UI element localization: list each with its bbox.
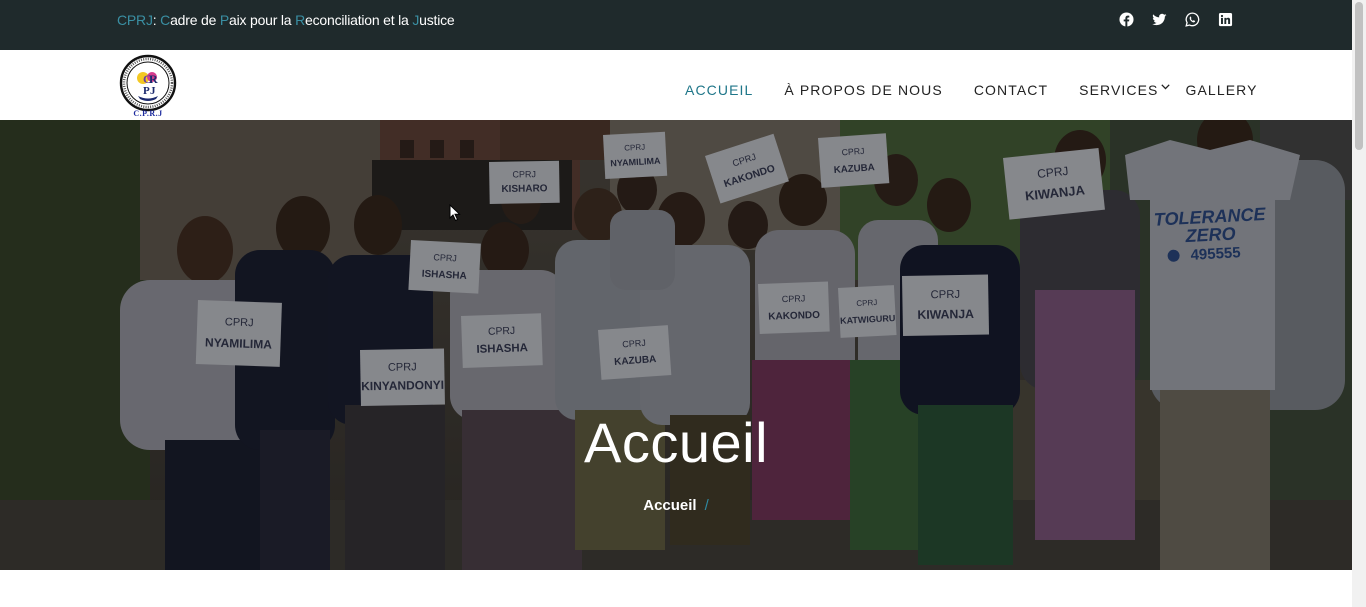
tagline-initial: C — [160, 12, 171, 28]
page-scrollbar-thumb[interactable] — [1355, 2, 1363, 150]
nav-gallery-link[interactable]: GALLERY — [1186, 82, 1258, 98]
whatsapp-icon[interactable] — [1185, 12, 1200, 27]
top-bar: CPRJ: Cadre de Paix pour la Reconciliati… — [0, 0, 1352, 50]
hero-title: Accueil — [583, 411, 769, 474]
linkedin-icon[interactable] — [1218, 12, 1233, 27]
tagline-initial: P — [219, 12, 229, 28]
breadcrumb-home[interactable]: Accueil — [643, 497, 696, 514]
nav-home-link[interactable]: ACCUEIL — [685, 82, 753, 98]
tagline-text: adre de — [170, 12, 220, 28]
main-menu: ACCUEIL À PROPOS DE NOUS CONTACT SERVICE… — [685, 82, 1258, 98]
breadcrumb-separator: / — [704, 497, 709, 514]
hero-banner: CPRJ NYAMILIMA CPRJ KISHARO CPRJ KAKONDO CPRJ K… — [0, 120, 1352, 570]
tagline-text: econciliation et la — [305, 12, 413, 28]
chevron-down-icon — [1160, 84, 1170, 90]
page: CPRJ: Cadre de Paix pour la Reconciliati… — [0, 0, 1366, 607]
nav-contact-link[interactable]: CONTACT — [974, 82, 1048, 98]
tagline: CPRJ: Cadre de Paix pour la Reconciliati… — [117, 12, 455, 28]
twitter-icon[interactable] — [1152, 12, 1167, 27]
breadcrumb: Accueil / — [0, 497, 1352, 514]
svg-text:P: P — [143, 85, 150, 97]
svg-text:J: J — [150, 85, 156, 97]
mouse-pointer-icon — [449, 204, 461, 222]
social-links — [1119, 12, 1233, 27]
svg-text:R: R — [149, 72, 158, 86]
tagline-initial: CPRJ — [117, 12, 153, 28]
facebook-icon[interactable] — [1119, 12, 1134, 27]
nav-services-label: SERVICES — [1079, 82, 1159, 98]
nav-services-dropdown[interactable]: SERVICES — [1079, 82, 1170, 98]
main-navbar: C R P J C.P.R.J ACCUEIL À PROPOS DE NOUS… — [0, 50, 1352, 120]
tagline-text: aix pour la — [229, 12, 296, 28]
svg-text:C.P.R.J: C.P.R.J — [133, 109, 162, 118]
nav-about-link[interactable]: À PROPOS DE NOUS — [784, 82, 942, 98]
tagline-initial: R — [295, 12, 306, 28]
tagline-text: ustice — [419, 12, 455, 28]
cprj-logo[interactable]: C R P J C.P.R.J — [116, 54, 180, 118]
